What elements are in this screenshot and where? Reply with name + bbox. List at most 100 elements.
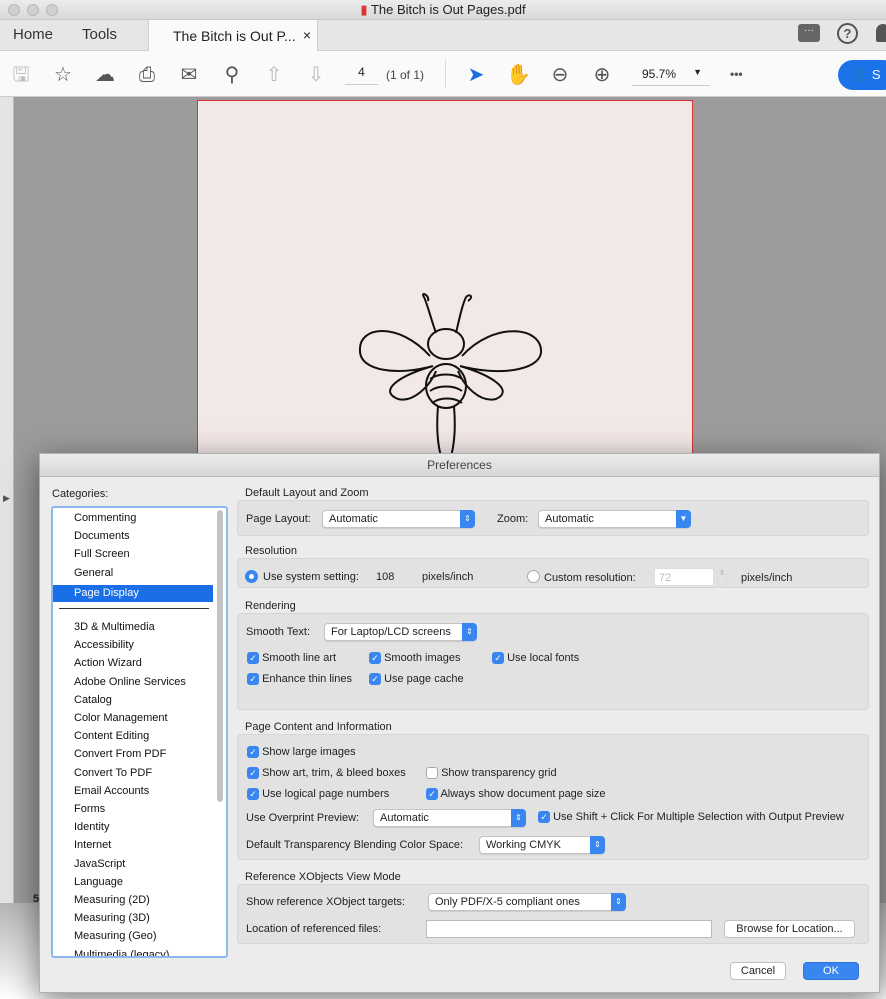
checkbox-checked-icon: ✓: [247, 788, 259, 801]
category-item[interactable]: Color Management: [74, 712, 168, 724]
tab-home[interactable]: Home: [13, 26, 53, 43]
page-number-input[interactable]: 4: [345, 65, 378, 85]
blend-select[interactable]: Working CMYK ⇕: [479, 836, 605, 854]
category-item[interactable]: Accessibility: [74, 639, 134, 651]
title-bar: ▮ The Bitch is Out Pages.pdf: [0, 0, 886, 20]
rendering-heading: Rendering: [245, 600, 296, 612]
email-icon[interactable]: ✉: [177, 63, 201, 87]
check-use-page-cache[interactable]: ✓ Use page cache: [369, 673, 464, 686]
system-setting-radio[interactable]: [245, 570, 258, 583]
zoom-default-value: Automatic: [545, 513, 594, 525]
share-button[interactable]: 👤 S: [838, 60, 886, 90]
custom-resolution-radio[interactable]: [527, 570, 540, 583]
check-shift-click[interactable]: ✓ Use Shift + Click For Multiple Selecti…: [538, 811, 844, 824]
save-icon[interactable]: 🖫: [9, 63, 33, 87]
category-item[interactable]: Full Screen: [74, 548, 130, 560]
targets-value: Only PDF/X-5 compliant ones: [435, 896, 580, 908]
category-item[interactable]: Multimedia (legacy): [74, 949, 169, 956]
categories-list[interactable]: Commenting Documents Full Screen General Pag…: [51, 506, 228, 958]
category-item[interactable]: Convert To PDF: [74, 767, 152, 779]
check-logical-page-numbers[interactable]: ✓ Use logical page numbers: [247, 788, 390, 801]
smooth-text-label: Smooth Text:: [246, 626, 310, 638]
category-item[interactable]: Adobe Online Services: [74, 676, 186, 688]
check-label: Show large images: [262, 746, 356, 758]
location-input[interactable]: [426, 920, 712, 938]
check-label: Smooth line art: [262, 652, 337, 664]
category-item[interactable]: Content Editing: [74, 730, 149, 742]
zoom-in-icon[interactable]: ⊕: [590, 63, 614, 87]
category-item[interactable]: Measuring (2D): [74, 894, 150, 906]
expand-arrow-icon[interactable]: ▶: [3, 493, 10, 504]
check-show-boxes[interactable]: ✓ Show art, trim, & bleed boxes: [247, 767, 406, 780]
overprint-select[interactable]: Automatic ⇕: [373, 809, 526, 827]
category-item[interactable]: Email Accounts: [74, 785, 149, 797]
check-enhance-thin-lines[interactable]: ✓ Enhance thin lines: [247, 673, 352, 686]
zoom-default-select[interactable]: Automatic ▼: [538, 510, 691, 528]
check-label: Use Shift + Click For Multiple Selection…: [553, 811, 844, 823]
category-item[interactable]: Documents: [74, 530, 130, 542]
more-tools-icon[interactable]: •••: [730, 67, 743, 81]
tab-bar: Home Tools The Bitch is Out P... × ··· ?: [0, 20, 886, 51]
page-layout-label: Page Layout:: [246, 513, 311, 525]
cancel-button[interactable]: Cancel: [730, 962, 786, 980]
close-tab-icon[interactable]: ×: [303, 27, 311, 43]
category-item[interactable]: Language: [74, 876, 123, 888]
print-icon[interactable]: ⎙: [135, 63, 159, 87]
custom-resolution-input[interactable]: 72: [654, 568, 714, 586]
window-title: ▮ The Bitch is Out Pages.pdf: [0, 2, 886, 18]
browse-location-button[interactable]: Browse for Location...: [724, 920, 855, 938]
pdf-icon: ▮: [360, 2, 371, 17]
category-item[interactable]: Action Wizard: [74, 657, 142, 669]
check-show-large-images[interactable]: ✓ Show large images: [247, 746, 356, 759]
ok-button[interactable]: OK: [803, 962, 859, 980]
stepper-arrows-icon: ⇕: [462, 623, 477, 641]
comment-icon[interactable]: ···: [798, 24, 820, 42]
check-transparency-grid[interactable]: Show transparency grid: [426, 767, 557, 780]
category-item[interactable]: Page Display: [53, 584, 213, 602]
tab-document[interactable]: The Bitch is Out P... ×: [148, 20, 318, 51]
checkbox-checked-icon: ✓: [426, 788, 438, 801]
category-divider: [59, 608, 209, 609]
next-page-icon[interactable]: ⇩: [304, 63, 328, 87]
category-item[interactable]: Identity: [74, 821, 109, 833]
targets-select[interactable]: Only PDF/X-5 compliant ones ⇕: [428, 893, 626, 911]
check-use-local-fonts[interactable]: ✓ Use local fonts: [492, 652, 579, 665]
resolution-stepper[interactable]: ⇕: [717, 568, 727, 586]
previous-page-icon[interactable]: ⇧: [262, 63, 286, 87]
category-item[interactable]: Internet: [74, 839, 111, 851]
cloud-upload-icon[interactable]: ☁: [93, 63, 117, 87]
category-item[interactable]: Measuring (3D): [74, 912, 150, 924]
select-cursor-icon[interactable]: ➤: [464, 63, 488, 87]
check-smooth-images[interactable]: ✓ Smooth images: [369, 652, 461, 665]
system-setting-label: Use system setting:: [263, 571, 359, 583]
overprint-label: Use Overprint Preview:: [246, 812, 360, 824]
check-page-size[interactable]: ✓ Always show document page size: [426, 788, 606, 801]
help-icon[interactable]: ?: [837, 23, 858, 44]
categories-scrollbar[interactable]: [217, 510, 223, 802]
smooth-text-select[interactable]: For Laptop/LCD screens ⇕: [324, 623, 477, 641]
category-item[interactable]: JavaScript: [74, 858, 125, 870]
category-item[interactable]: Commenting: [74, 512, 136, 524]
check-label: Use logical page numbers: [262, 788, 390, 800]
category-item[interactable]: Catalog: [74, 694, 112, 706]
layout-heading: Default Layout and Zoom: [245, 487, 369, 499]
categories-label: Categories:: [52, 488, 109, 500]
hand-tool-icon[interactable]: ✋: [506, 63, 531, 87]
left-panel-toggle[interactable]: ▶: [0, 97, 14, 903]
search-icon[interactable]: ⚲: [220, 63, 244, 87]
check-label: Smooth images: [384, 652, 461, 664]
check-smooth-line-art[interactable]: ✓ Smooth line art: [247, 652, 337, 665]
bell-icon[interactable]: [876, 24, 886, 42]
category-item[interactable]: 3D & Multimedia: [74, 621, 155, 633]
zoom-select[interactable]: 95.7% ▼: [632, 65, 710, 86]
category-item[interactable]: Forms: [74, 803, 105, 815]
category-item[interactable]: Convert From PDF: [74, 748, 166, 760]
page-layout-select[interactable]: Automatic ⇕: [322, 510, 475, 528]
share-label: S: [871, 67, 881, 82]
zoom-out-icon[interactable]: ⊖: [548, 63, 572, 87]
tab-tools[interactable]: Tools: [82, 26, 117, 43]
checkbox-checked-icon: ✓: [538, 811, 550, 824]
bookmark-star-icon[interactable]: ☆: [51, 63, 75, 87]
category-item[interactable]: General: [74, 567, 113, 579]
category-item[interactable]: Measuring (Geo): [74, 930, 157, 942]
